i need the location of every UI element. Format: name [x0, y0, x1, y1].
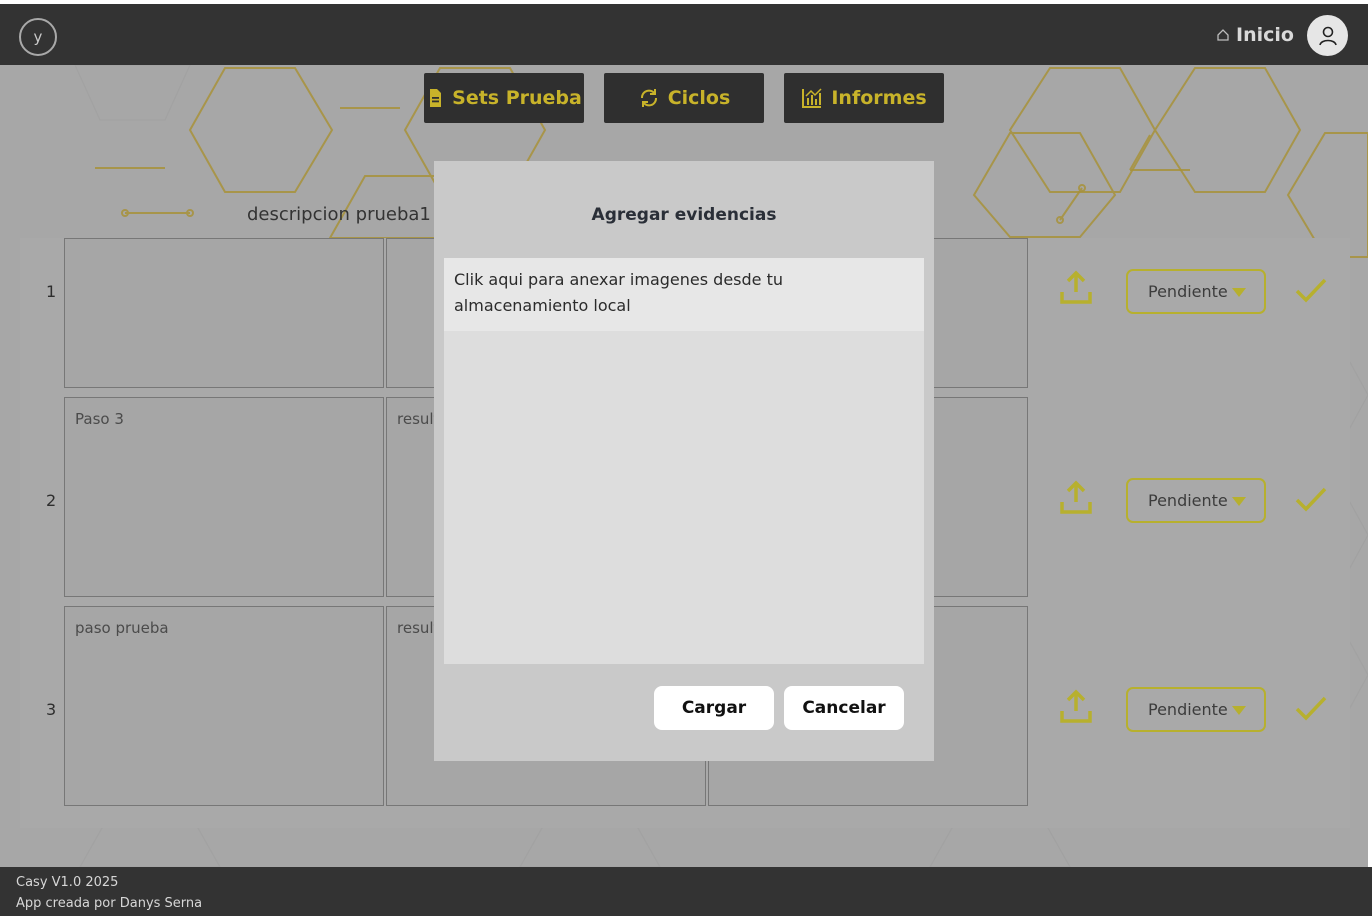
informes-label: Informes: [831, 87, 927, 109]
step-number: 3: [46, 700, 57, 719]
test-description: descripcion prueba1: [247, 204, 431, 225]
modal-title: Agregar evidencias: [591, 205, 777, 225]
user-icon: [1318, 26, 1337, 45]
sets-prueba-label: Sets Prueba: [452, 87, 582, 109]
cancelar-button[interactable]: Cancelar: [784, 686, 904, 730]
check-icon[interactable]: [1294, 694, 1328, 724]
ciclos-button[interactable]: Ciclos: [604, 73, 764, 123]
upload-icon[interactable]: [1058, 480, 1094, 516]
dropzone-text[interactable]: Clik aqui para anexar imagenes desde tu …: [444, 258, 924, 331]
check-icon[interactable]: [1294, 276, 1328, 306]
home-label: Inicio: [1236, 24, 1294, 46]
informes-button[interactable]: Informes: [784, 73, 944, 123]
status-select[interactable]: Pendiente: [1126, 269, 1266, 314]
upload-icon[interactable]: [1058, 689, 1094, 725]
dropdown-arrow-icon: [1232, 706, 1246, 715]
step-number: 2: [46, 491, 57, 510]
refresh-icon: [640, 89, 657, 107]
cargar-button[interactable]: Cargar: [654, 686, 774, 730]
check-icon[interactable]: [1294, 485, 1328, 515]
sets-prueba-button[interactable]: Sets Prueba: [424, 73, 584, 123]
document-icon: [430, 89, 442, 107]
status-select[interactable]: Pendiente: [1126, 478, 1266, 523]
footer: Casy V1.0 2025 App creada por Danys Sern…: [0, 867, 1372, 916]
upload-icon[interactable]: [1058, 270, 1094, 306]
add-evidence-modal: Agregar evidencias Clik aqui para anexar…: [434, 161, 934, 761]
user-avatar[interactable]: [1307, 15, 1348, 56]
dropdown-arrow-icon: [1232, 288, 1246, 297]
step-number: 1: [46, 282, 57, 301]
step-paso-cell[interactable]: Paso 3: [64, 397, 384, 597]
step-paso-cell[interactable]: [64, 238, 384, 388]
chart-icon: [802, 88, 822, 108]
footer-version: Casy V1.0 2025: [16, 875, 119, 890]
ciclos-label: Ciclos: [667, 87, 731, 109]
status-value: Pendiente: [1148, 700, 1228, 719]
evidence-dropzone[interactable]: Clik aqui para anexar imagenes desde tu …: [444, 258, 924, 664]
status-select[interactable]: Pendiente: [1126, 687, 1266, 732]
app-logo[interactable]: y: [19, 18, 57, 56]
step-paso-cell[interactable]: paso prueba: [64, 606, 384, 806]
status-value: Pendiente: [1148, 282, 1228, 301]
home-icon: [1217, 29, 1229, 41]
dropdown-arrow-icon: [1232, 497, 1246, 506]
status-value: Pendiente: [1148, 491, 1228, 510]
home-link[interactable]: Inicio: [1216, 24, 1294, 46]
top-bar: y Inicio: [0, 4, 1368, 65]
logo-text: y: [33, 28, 43, 46]
footer-credits: App creada por Danys Serna: [16, 896, 203, 911]
